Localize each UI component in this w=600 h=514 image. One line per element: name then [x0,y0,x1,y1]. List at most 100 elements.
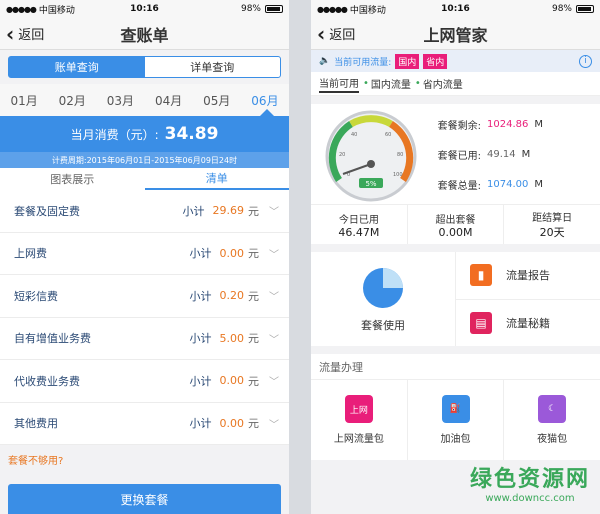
chevron-down-icon: ﹀ [269,249,279,261]
speaker-icon: 🔈 [319,56,331,66]
tab-provincial[interactable]: 省内流量 [423,76,463,91]
fee-row[interactable]: 上网费 小计 0.00 元 ﹀ [0,233,289,275]
fee-subtotal-label: 小计 [189,289,212,303]
summary-amount: 34.89 [164,124,219,144]
stat-label: 套餐总量: [437,180,481,192]
stat-label: 套餐剩余: [437,120,481,132]
fee-unit: 元 [248,332,259,346]
fee-name: 代收费业务费 [14,374,80,388]
fee-value: 29.69 [212,204,245,218]
fee-row[interactable]: 自有增值业务费 小计 5.00 元 ﹀ [0,318,289,360]
battery-icon [576,5,594,13]
gauge-tick: 40 [351,132,357,138]
back-label: 返回 [329,28,356,43]
tab-domestic[interactable]: 国内流量 [371,76,411,91]
tab-current-available[interactable]: 当前可用 [319,75,359,93]
package-internet[interactable]: 上网 上网流量包 [311,380,408,460]
plan-usage-button[interactable]: 套餐使用 [311,252,456,346]
notice-bar: 🔈 当前可用流量: 国内 省内 i [311,50,600,72]
summary-value: 46.47M [338,225,380,239]
fee-unit: 元 [248,247,259,261]
month-tab[interactable]: 01月 [0,84,48,116]
fee-unit: 元 [248,204,259,218]
package-boost[interactable]: ⛽ 加油包 [408,380,505,460]
query-segment: 账单查询 详单查询 [8,56,281,78]
fee-value: 0.00 [219,416,245,430]
gauge-panel: 0 20 40 60 80 100 5% 套餐剩余: 1024.86 M 套餐已用:… [311,104,600,204]
signal-icon: ●●●●● [6,4,37,14]
usage-gauge: 0 20 40 60 80 100 5% [325,110,417,202]
tab-list[interactable]: 清单 [144,168,289,190]
watermark-url: www.downcc.com [485,493,575,504]
bar-chart-icon: ▮ [470,264,492,287]
chevron-down-icon: ﹀ [269,334,279,346]
fee-subtotal-label: 小计 [189,374,212,388]
site-watermark: 绿色资源网 www.downcc.com [470,461,590,504]
battery-icon [265,5,283,13]
battery-percent: 98% [240,4,261,14]
tag-domestic: 国内 [395,53,420,69]
month-tab[interactable]: 02月 [48,84,96,116]
notice-text: 当前可用流量: [334,57,392,68]
monthly-summary: 当月消费（元）: 34.89 计费周期:2015年06月01日-2015年06月… [0,109,289,168]
usage-summary: 今日已用 46.47M 超出套餐 0.00M 距结算日 20天 [311,204,600,244]
fee-unit: 元 [248,289,259,303]
change-plan-button[interactable]: 更换套餐 [8,484,281,514]
segment-detail-query[interactable]: 详单查询 [145,57,281,77]
fee-row[interactable]: 代收费业务费 小计 0.00 元 ﹀ [0,360,289,403]
billing-period: 计费周期:2015年06月01日-2015年06月09日24时 [0,152,289,168]
tab-chart[interactable]: 图表展示 [0,168,145,190]
pie-chart-icon [363,268,403,308]
month-tab[interactable]: 03月 [96,84,144,116]
moon-icon: ☾ [538,395,567,423]
back-button[interactable]: ‹ 返回 [311,24,355,44]
chevron-left-icon: ‹ [6,21,15,46]
fee-name: 上网费 [14,247,47,261]
traffic-report-button[interactable]: ▮ 流量报告 [456,252,600,300]
package-label: 夜猫包 [537,434,568,445]
package-night[interactable]: ☾ 夜猫包 [504,380,600,460]
stat-remaining: 1024.86 [487,118,529,130]
book-icon: ▤ [470,311,492,334]
month-tab[interactable]: 04月 [145,84,193,116]
watermark-cn: 绿色资源网 [469,467,590,492]
back-button[interactable]: ‹ 返回 [0,24,44,44]
fee-subtotal-label: 小计 [182,204,205,218]
summary-label: 距结算日 [532,213,573,224]
nav-bar: ‹ 返回 上网管家 [311,18,600,50]
signal-icon: ●●●●● [317,4,348,14]
chevron-left-icon: ‹ [317,21,326,46]
not-enough-link[interactable]: 套餐不够用? [0,445,289,473]
plan-usage-label: 套餐使用 [361,319,405,332]
status-bar: ●●●●● 中国移动 10:16 98% [311,0,600,18]
stat-used: 49.14 [487,148,516,160]
info-icon[interactable]: i [579,54,592,68]
stat-unit: M [534,178,543,190]
gauge-tick: 60 [385,132,391,138]
fee-row[interactable]: 短彩信费 小计 0.20 元 ﹀ [0,275,289,318]
battery-percent: 98% [551,4,572,14]
month-tab[interactable]: 05月 [193,84,241,116]
traffic-guide-button[interactable]: ▤ 流量秘籍 [456,300,600,347]
carrier-label: 中国移动 [349,5,386,16]
summary-value: 0.00M [438,225,473,239]
summary-label: 超出套餐 [435,214,476,226]
section-title: 流量办理 [311,354,600,380]
fuel-icon: ⛽ [441,395,470,423]
view-tabs: 图表展示 清单 [0,168,289,190]
gauge-tick: 100 [393,172,403,178]
summary-label: 当月消费（元）: [70,127,159,142]
carrier-label: 中国移动 [38,5,75,16]
actions-panel: 套餐使用 ▮ 流量报告 ▤ 流量秘籍 [311,252,600,346]
dot-icon: • [363,78,369,89]
fee-unit: 元 [248,374,259,388]
fee-value: 0.20 [219,289,245,303]
fee-name: 自有增值业务费 [14,332,91,346]
fee-row[interactable]: 其他费用 小计 0.00 元 ﹀ [0,403,289,445]
fee-row[interactable]: 套餐及固定费 小计 29.69 元 ﹀ [0,190,289,233]
segment-bill-query[interactable]: 账单查询 [9,57,145,77]
fee-value: 0.00 [219,246,245,260]
traffic-guide-label: 流量秘籍 [506,316,550,330]
fee-value: 0.00 [219,374,245,388]
fee-name: 其他费用 [14,417,58,431]
